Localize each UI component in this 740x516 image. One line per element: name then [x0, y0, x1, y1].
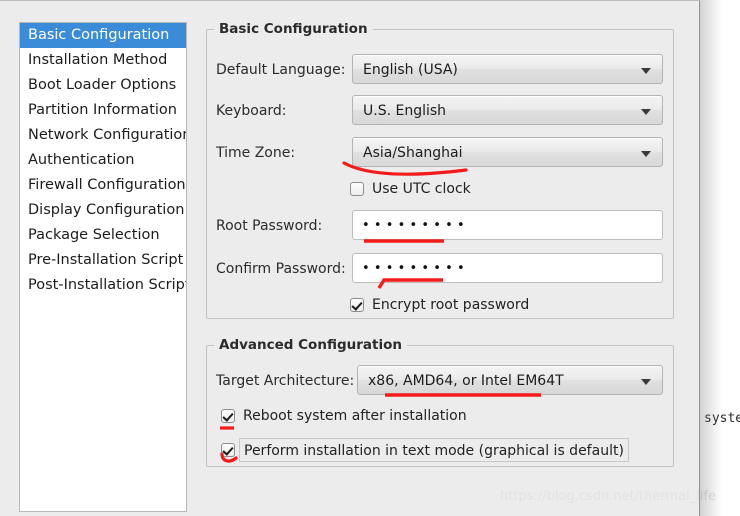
target-architecture-label: Target Architecture: [216, 373, 355, 389]
sidebar-item-network-configuration[interactable]: Network Configuration [20, 123, 186, 148]
root-password-input[interactable]: ••••••••• [352, 210, 663, 240]
sidebar-item-label: Display Configuration [28, 202, 185, 218]
sidebar-item-label: Network Configuration [28, 127, 187, 143]
chevron-down-icon [641, 109, 651, 115]
sidebar-item-post-installation-script[interactable]: Post-Installation Script [20, 273, 186, 298]
confirm-password-value: ••••••••• [362, 261, 469, 276]
sidebar-item-label: Firewall Configuration [28, 177, 186, 193]
default-language-value: English (USA) [363, 62, 458, 78]
sidebar-item-authentication[interactable]: Authentication [20, 148, 186, 173]
text-mode-installation-label: Perform installation in text mode (graph… [244, 443, 624, 459]
basic-configuration-group-title: Basic Configuration [214, 21, 373, 37]
sidebar-item-label: Post-Installation Script [28, 277, 187, 293]
chevron-down-icon [641, 379, 651, 385]
root-password-label: Root Password: [216, 218, 323, 234]
sidebar-item-partition-information[interactable]: Partition Information [20, 98, 186, 123]
watermark-text: https://blog.csdn.net/thermal_life [500, 489, 717, 504]
sidebar-item-label: Authentication [28, 152, 135, 168]
use-utc-clock-checkbox-row[interactable]: Use UTC clock [350, 181, 471, 197]
sidebar-item-label: Installation Method [28, 52, 168, 68]
encrypt-root-password-checkbox-row[interactable]: Encrypt root password [350, 297, 529, 313]
sidebar-item-firewall-configuration[interactable]: Firewall Configuration [20, 173, 186, 198]
section-list[interactable]: Basic Configuration Installation Method … [19, 22, 187, 512]
confirm-password-input[interactable]: ••••••••• [352, 253, 663, 283]
reboot-after-installation-checkbox[interactable] [221, 409, 235, 423]
use-utc-clock-checkbox[interactable] [350, 182, 364, 196]
default-language-label: Default Language: [216, 62, 346, 78]
time-zone-value: Asia/Shanghai [363, 145, 463, 161]
keyboard-value: U.S. English [363, 103, 447, 119]
sidebar-item-label: Boot Loader Options [28, 77, 177, 93]
encrypt-root-password-label: Encrypt root password [372, 297, 530, 313]
sidebar-item-installation-method[interactable]: Installation Method [20, 48, 186, 73]
sidebar-item-package-selection[interactable]: Package Selection [20, 223, 186, 248]
sidebar-item-label: Partition Information [28, 102, 177, 118]
text-mode-installation-focus-frame: Perform installation in text mode (graph… [239, 438, 629, 462]
target-architecture-combobox[interactable]: x86, AMD64, or Intel EM64T [357, 365, 663, 395]
dialog-drop-shadow [700, 0, 722, 516]
default-language-combobox[interactable]: English (USA) [352, 54, 663, 84]
use-utc-clock-label: Use UTC clock [372, 181, 471, 197]
time-zone-label: Time Zone: [216, 145, 296, 161]
advanced-configuration-group-title: Advanced Configuration [214, 337, 407, 353]
chevron-down-icon [641, 151, 651, 157]
keyboard-combobox[interactable]: U.S. English [352, 95, 663, 125]
sidebar-item-display-configuration[interactable]: Display Configuration [20, 198, 186, 223]
reboot-after-installation-label: Reboot system after installation [243, 408, 467, 424]
root-password-value: ••••••••• [362, 218, 469, 233]
reboot-after-installation-checkbox-row[interactable]: Reboot system after installation [221, 408, 467, 424]
sidebar-item-label: Package Selection [28, 227, 160, 243]
text-mode-installation-checkbox-row[interactable]: Perform installation in text mode (graph… [221, 438, 629, 462]
chevron-down-icon [641, 68, 651, 74]
sidebar-item-label: Basic Configuration [28, 27, 170, 43]
encrypt-root-password-checkbox[interactable] [350, 298, 364, 312]
kickstart-configurator-dialog: Basic Configuration Installation Method … [0, 0, 716, 516]
text-mode-installation-checkbox[interactable] [221, 443, 235, 457]
sidebar-item-boot-loader-options[interactable]: Boot Loader Options [20, 73, 186, 98]
sidebar-item-pre-installation-script[interactable]: Pre-Installation Script [20, 248, 186, 273]
sidebar-item-label: Pre-Installation Script [28, 252, 184, 268]
screen-root: syste Basic Configuration Installation M… [0, 0, 740, 516]
background-terminal-text: syste [704, 411, 740, 426]
target-architecture-value: x86, AMD64, or Intel EM64T [368, 373, 564, 389]
keyboard-label: Keyboard: [216, 103, 287, 119]
confirm-password-label: Confirm Password: [216, 261, 346, 277]
time-zone-combobox[interactable]: Asia/Shanghai [352, 137, 663, 167]
sidebar-item-basic-configuration[interactable]: Basic Configuration [20, 23, 186, 48]
